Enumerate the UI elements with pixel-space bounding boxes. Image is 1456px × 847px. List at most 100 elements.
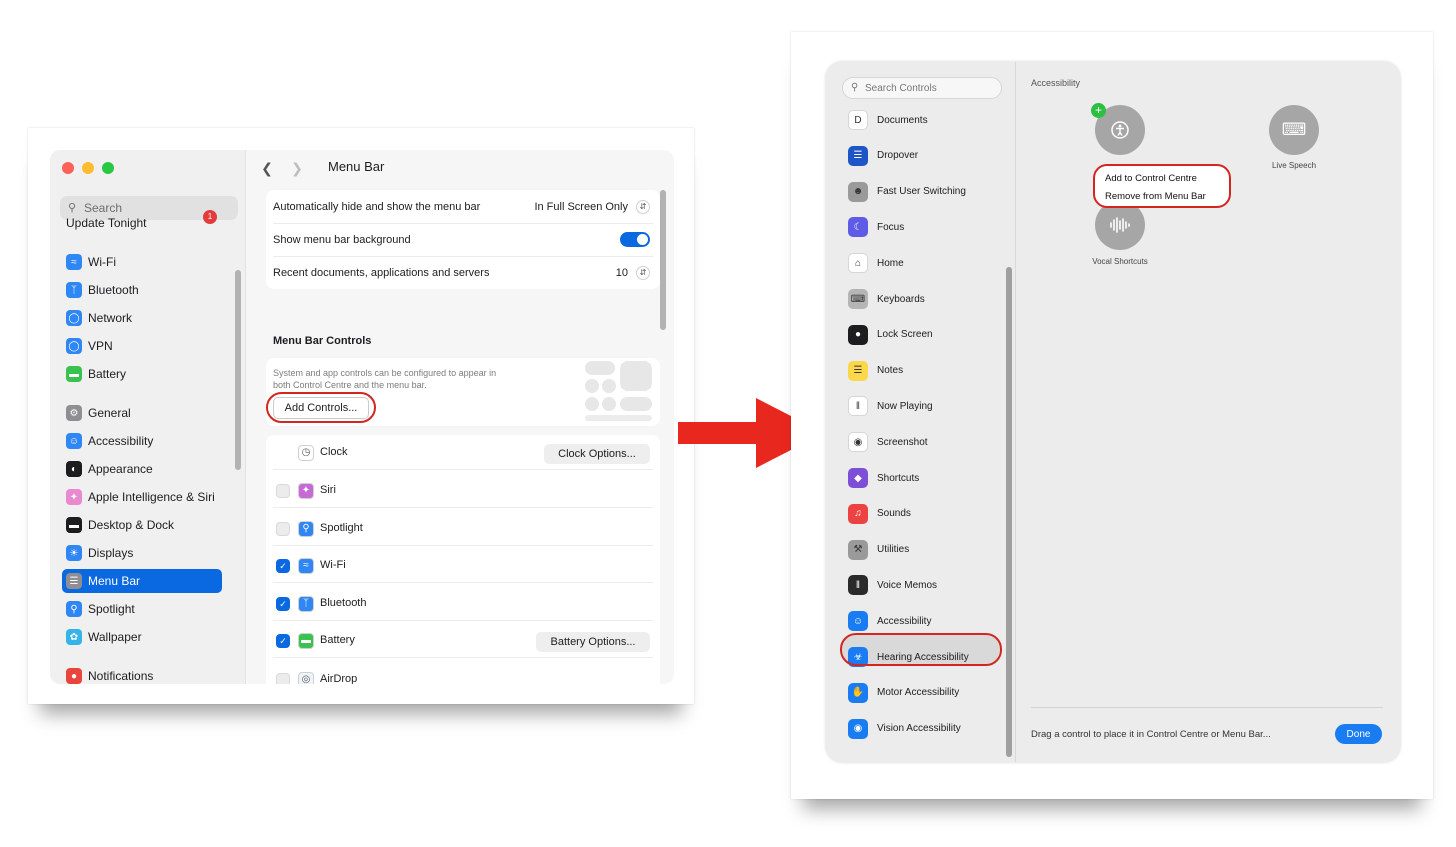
control-label-battery: Battery — [320, 634, 355, 646]
back-button[interactable]: ❮ — [256, 157, 278, 179]
menu-bar-settings-screenshot: ⚲ Search Update Tonight 1 ≈ Wi-Fi ᛉ Bluetoo… — [28, 128, 694, 704]
live-speech-control[interactable]: ⌨ — [1269, 105, 1319, 155]
user-icon: ☻ — [848, 181, 868, 202]
search-icon: ⚲ — [851, 82, 859, 93]
controls-category-dropover[interactable]: ☰ Dropover — [848, 144, 918, 168]
recent-items-value[interactable]: 10 — [616, 267, 628, 279]
zoom-window-button[interactable] — [102, 162, 114, 174]
menu-bar-background-toggle[interactable] — [620, 232, 650, 247]
controls-category-screenshot[interactable]: ◉ Screenshot — [848, 430, 928, 454]
tools-icon: ⚒ — [848, 539, 868, 560]
magnifier-icon: ⚲ — [66, 601, 82, 617]
documents-icon: D — [848, 110, 868, 130]
gear-icon: ⚙ — [66, 405, 82, 421]
controls-category-lock-screen[interactable]: ● Lock Screen — [848, 323, 933, 347]
sidebar-item-network[interactable]: ◯ Network — [62, 306, 222, 330]
sidebar-item-wi-fi[interactable]: ≈ Wi-Fi — [62, 250, 222, 274]
forward-button[interactable]: ❯ — [286, 157, 308, 179]
checkbox-siri[interactable] — [276, 484, 290, 498]
controls-category-home[interactable]: ⌂ Home — [848, 251, 904, 275]
sidebar-item-label: Battery — [88, 367, 127, 381]
auto-hide-value[interactable]: In Full Screen Only — [534, 201, 628, 213]
accessibility-icon — [1111, 121, 1129, 139]
divider — [273, 507, 653, 508]
controls-category-label: Dropover — [877, 150, 919, 162]
checkbox-wi-fi[interactable]: ✓ — [276, 559, 290, 573]
keyboard-wave-icon: ⌨ — [1281, 120, 1307, 139]
sidebar-item-accessibility[interactable]: ☺ Accessibility — [62, 429, 222, 453]
auto-hide-row[interactable]: Automatically hide and show the menu bar… — [266, 190, 660, 223]
controls-sidebar-scrollbar[interactable] — [1006, 267, 1012, 757]
controls-category-label: Sounds — [877, 508, 911, 520]
controls-category-utilities[interactable]: ⚒ Utilities — [848, 538, 909, 562]
close-window-button[interactable] — [62, 162, 74, 174]
controls-category-notes[interactable]: ☰ Notes — [848, 359, 903, 383]
divider — [273, 620, 653, 621]
waveform-icon: ‖ — [848, 396, 868, 417]
sidebar-item-appearance[interactable]: ◐ Appearance — [62, 457, 222, 481]
checkbox-spotlight[interactable] — [276, 522, 290, 536]
controls-category-motor-accessibility[interactable]: ✋ Motor Accessibility — [848, 681, 959, 705]
menu-bar-background-label: Show menu bar background — [273, 233, 411, 246]
dock-icon: ▬ — [66, 517, 82, 533]
controls-category-focus[interactable]: ☾ Focus — [848, 215, 904, 239]
camera-icon: ◉ — [848, 432, 868, 453]
checkbox-bluetooth[interactable]: ✓ — [276, 597, 290, 611]
sidebar-item-label: Spotlight — [88, 602, 135, 616]
divider — [273, 545, 653, 546]
remove-from-menu-bar-item[interactable]: Remove from Menu Bar — [1105, 191, 1206, 202]
popup-chevron-icon[interactable]: ⇵ — [636, 265, 650, 280]
controls-category-label: Fast User Switching — [877, 186, 966, 198]
checkbox-airdrop[interactable] — [276, 673, 290, 684]
update-count-badge: 1 — [203, 210, 217, 224]
controls-category-voice-memos[interactable]: ‖ Voice Memos — [848, 573, 937, 597]
software-update-item[interactable]: Update Tonight — [66, 216, 147, 230]
clock-options-button[interactable]: Clock Options... — [544, 444, 650, 464]
add-to-control-centre-item[interactable]: Add to Control Centre — [1105, 173, 1197, 184]
content-scrollbar[interactable] — [660, 190, 666, 330]
controls-category-vision-accessibility[interactable]: ◉ Vision Accessibility — [848, 717, 961, 741]
sidebar-item-displays[interactable]: ☀ Displays — [62, 541, 222, 565]
globe-lock-icon: ◯ — [66, 338, 82, 354]
controls-category-fast-user-switching[interactable]: ☻ Fast User Switching — [848, 180, 966, 204]
recent-items-row[interactable]: Recent documents, applications and serve… — [266, 256, 660, 289]
controls-category-documents[interactable]: D Documents — [848, 108, 928, 132]
battery-options-button[interactable]: Battery Options... — [536, 632, 650, 652]
sidebar-item-label: Wallpaper — [88, 630, 142, 644]
sidebar-item-spotlight[interactable]: ⚲ Spotlight — [62, 597, 222, 621]
divider — [273, 582, 653, 583]
sidebar-item-general[interactable]: ⚙ General — [62, 401, 222, 425]
add-plus-badge[interactable]: + — [1091, 103, 1106, 118]
spotlight-icon: ⚲ — [298, 521, 314, 537]
sidebar-item-bluetooth[interactable]: ᛉ Bluetooth — [62, 278, 222, 302]
done-button[interactable]: Done — [1335, 724, 1382, 744]
controls-category-keyboards[interactable]: ⌨ Keyboards — [848, 287, 925, 311]
siri-icon: ✦ — [298, 483, 314, 499]
controls-category-label: Accessibility — [877, 615, 932, 627]
sidebar-item-notifications[interactable]: ● Notifications — [62, 664, 222, 684]
controls-category-shortcuts[interactable]: ◆ Shortcuts — [848, 466, 919, 490]
sidebar-item-vpn[interactable]: ◯ VPN — [62, 334, 222, 358]
search-controls-field[interactable]: ⚲ Search Controls — [842, 77, 1002, 99]
airdrop-icon: ◎ — [298, 672, 314, 684]
sidebar-item-apple-intelligence-siri[interactable]: ✦ Apple Intelligence & Siri — [62, 485, 222, 509]
sidebar-scrollbar[interactable] — [235, 270, 241, 470]
sidebar-item-wallpaper[interactable]: ✿ Wallpaper — [62, 625, 222, 649]
controls-category-sounds[interactable]: ♫ Sounds — [848, 502, 911, 526]
minimize-window-button[interactable] — [82, 162, 94, 174]
controls-category-accessibility[interactable]: ☺ Accessibility — [848, 609, 931, 633]
control-label-airdrop: AirDrop — [320, 673, 358, 684]
checkbox-battery[interactable]: ✓ — [276, 634, 290, 648]
controls-category-now-playing[interactable]: ‖ Now Playing — [848, 394, 933, 418]
battery-icon: ▬ — [66, 366, 82, 382]
controls-category-label: Lock Screen — [877, 329, 933, 341]
sidebar-item-menu-bar[interactable]: ☰ Menu Bar — [62, 569, 222, 593]
sidebar-item-battery[interactable]: ▬ Battery — [62, 362, 222, 386]
sidebar-item-desktop-dock[interactable]: ▬ Desktop & Dock — [62, 513, 222, 537]
vocal-shortcuts-label: Vocal Shortcuts — [1092, 257, 1148, 266]
sidebar-item-label: Desktop & Dock — [88, 518, 175, 532]
popup-chevron-icon[interactable]: ⇵ — [636, 199, 650, 214]
sidebar-item-label: General — [88, 406, 131, 420]
sidebar-item-label: Network — [88, 311, 133, 325]
settings-content: ❮ ❯ Menu Bar Automatically hide and show… — [246, 150, 674, 684]
